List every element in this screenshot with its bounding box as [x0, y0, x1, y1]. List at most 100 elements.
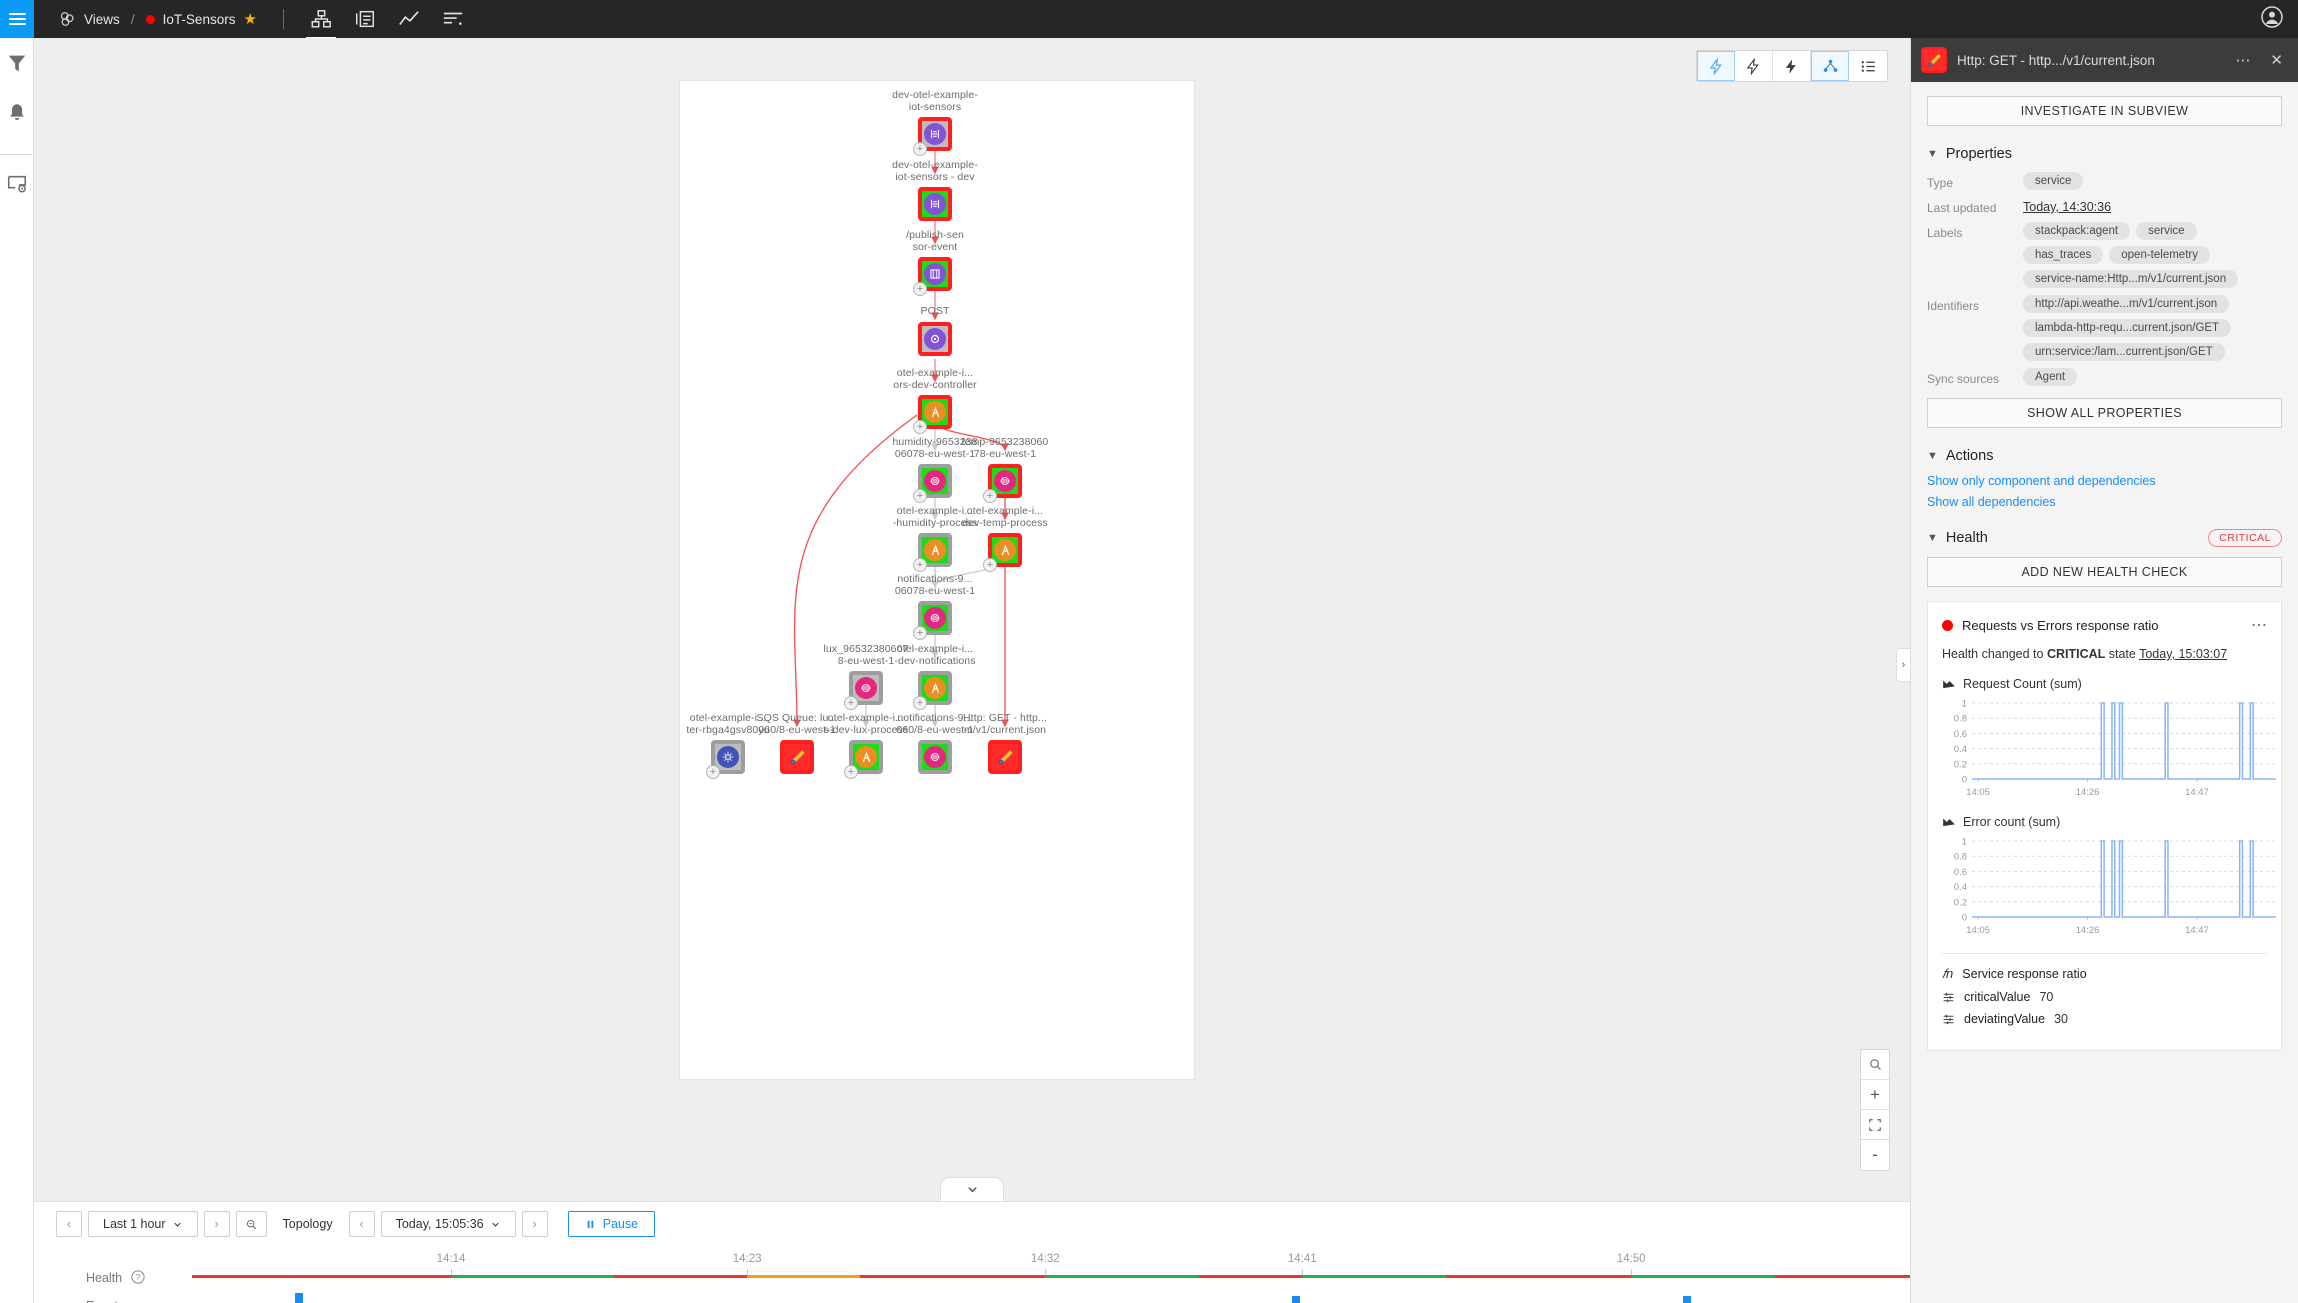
more-horizontal-icon[interactable]: ⋯ — [2230, 51, 2255, 69]
expand-node-badge[interactable]: + — [913, 696, 927, 710]
event-bar[interactable] — [294, 1293, 303, 1303]
event-bar[interactable] — [1291, 1296, 1300, 1303]
graph-node-box[interactable]: + — [913, 117, 952, 156]
graph-node[interactable]: POST — [875, 305, 995, 356]
health-changed-time[interactable]: Today, 15:03:07 — [2139, 647, 2227, 661]
flash-solid-icon[interactable] — [1773, 51, 1811, 81]
graph-node-box[interactable]: + — [913, 395, 952, 434]
expand-node-badge[interactable]: + — [983, 489, 997, 503]
expand-node-badge[interactable]: + — [706, 765, 720, 779]
chart-icon[interactable] — [398, 8, 420, 30]
graph-node[interactable]: otel-example-i... dev-temp-process + — [945, 505, 1065, 572]
expand-node-badge[interactable]: + — [913, 420, 927, 434]
breadcrumb-view-name[interactable]: IoT-Sensors — [163, 12, 236, 27]
node-glyph — [924, 263, 946, 285]
graph-node[interactable]: dev-otel-example- iot-sensors - dev — [875, 159, 995, 221]
expand-node-badge[interactable]: + — [844, 696, 858, 710]
filter-list-icon[interactable] — [442, 8, 464, 30]
graph-node-box[interactable]: + — [983, 533, 1022, 572]
graph-surface[interactable]: dev-otel-example- iot-sensors + dev-otel-e… — [679, 80, 1195, 1080]
graph-node[interactable]: notifications-9... 06078-eu-west-1 + — [875, 573, 995, 640]
health-section-header[interactable]: ▼ Health CRITICAL — [1927, 529, 2282, 547]
range-prev-button[interactable]: ‹ — [56, 1211, 82, 1237]
investigate-in-subview-button[interactable]: INVESTIGATE IN SUBVIEW — [1927, 96, 2282, 126]
graph-node-box[interactable]: + — [913, 671, 952, 710]
graph-node-box[interactable] — [918, 187, 952, 221]
health-segment — [860, 1275, 1046, 1278]
actions-section-header[interactable]: ▼ Actions — [1927, 448, 2282, 464]
expand-node-badge[interactable]: + — [913, 282, 927, 296]
monitor-settings-icon[interactable] — [6, 173, 28, 195]
event-bar[interactable] — [1682, 1296, 1691, 1303]
graph-node-box[interactable]: + — [913, 257, 952, 296]
timeline-tick-label: 14:23 — [732, 1253, 762, 1265]
graph-node[interactable]: /publish-sen sor-event + — [875, 229, 995, 296]
zoom-in-button[interactable]: + — [1861, 1080, 1889, 1110]
topology-icon[interactable] — [305, 8, 336, 39]
node-glyph — [924, 746, 946, 768]
time-prev-button[interactable]: ‹ — [348, 1211, 375, 1237]
identifier-chip: http://api.weathe...m/v1/current.json — [2023, 295, 2230, 313]
menu-toggle-button[interactable] — [0, 0, 34, 38]
pause-label: Pause — [602, 1217, 639, 1231]
flash-outline-icon[interactable] — [1697, 51, 1735, 81]
node-glyph — [924, 327, 946, 350]
graph-node[interactable]: Http: GET - http... m/v1/current.json — [945, 712, 1065, 786]
node-glyph — [924, 677, 946, 699]
expand-node-badge[interactable]: + — [844, 765, 858, 779]
graph-node[interactable]: dev-otel-example- iot-sensors + — [875, 89, 995, 156]
node-glyph — [924, 193, 946, 215]
graph-node[interactable]: otel-example-i... ors-dev-controller + — [875, 367, 995, 434]
range-select[interactable]: Last 1 hour — [88, 1211, 198, 1237]
range-next-button[interactable]: › — [203, 1211, 230, 1237]
graph-node-box[interactable]: + — [913, 601, 952, 640]
search-icon[interactable] — [1861, 1050, 1889, 1080]
fit-screen-icon[interactable] — [1861, 1110, 1889, 1140]
zoom-out-icon[interactable] — [235, 1211, 267, 1237]
pause-icon — [587, 1220, 593, 1228]
properties-section-header[interactable]: ▼ Properties — [1927, 146, 2282, 162]
filter-icon[interactable] — [6, 52, 28, 74]
expand-node-badge[interactable]: + — [913, 489, 927, 503]
graph-node-label: otel-example-i... ors-dev-controller — [893, 367, 977, 391]
list-view-icon[interactable] — [1849, 51, 1887, 81]
pause-button[interactable]: Pause — [567, 1211, 656, 1237]
graph-node-box[interactable] — [918, 321, 952, 356]
favorite-star-icon[interactable]: ★ — [243, 10, 256, 28]
expand-node-badge[interactable]: + — [913, 142, 927, 156]
flash-half-icon[interactable] — [1735, 51, 1773, 81]
breadcrumb-root[interactable]: Views — [84, 12, 120, 27]
last-updated-value[interactable]: Today, 14:30:36 — [2023, 197, 2111, 215]
actions-title: Actions — [1945, 448, 1994, 464]
graph-node[interactable]: temp-9653238060 78-eu-west-1 + — [945, 436, 1065, 503]
expand-node-badge[interactable]: + — [913, 626, 927, 640]
more-horizontal-icon[interactable]: ⋯ — [2251, 615, 2267, 635]
action-link-show-all-dependencies[interactable]: Show all dependencies — [1927, 495, 2282, 509]
expand-node-badge[interactable]: + — [983, 558, 997, 572]
time-next-button[interactable]: › — [521, 1211, 548, 1237]
timeline-tick-label: 14:50 — [1616, 1253, 1646, 1265]
timebar-mode-label: Topology — [282, 1217, 333, 1231]
avatar[interactable] — [2260, 5, 2284, 34]
detail-list-icon[interactable] — [354, 8, 376, 30]
time-select[interactable]: Today, 15:05:36 — [380, 1211, 516, 1237]
graph-node-box[interactable] — [988, 740, 1022, 774]
details-panel: Http: GET - http.../v1/current.json ⋯ ✕ … — [1910, 38, 2298, 1303]
show-all-properties-button[interactable]: SHOW ALL PROPERTIES — [1927, 398, 2282, 428]
expand-right-panel-button[interactable]: › — [1896, 648, 1910, 682]
help-icon[interactable]: ? — [130, 1269, 146, 1285]
action-link-show-only-component[interactable]: Show only component and dependencies — [1927, 474, 2282, 488]
health-segment — [1302, 1275, 1447, 1278]
close-icon[interactable]: ✕ — [2265, 51, 2288, 69]
add-new-health-check-button[interactable]: ADD NEW HEALTH CHECK — [1927, 557, 2282, 587]
expand-node-badge[interactable]: + — [913, 558, 927, 572]
graph-node-box[interactable]: + — [983, 464, 1022, 503]
topology-canvas[interactable]: dev-otel-example- iot-sensors + dev-otel-e… — [34, 38, 1910, 1201]
topology-layout-icon[interactable] — [1811, 51, 1849, 81]
graph-node[interactable]: otel-example-i... -dev-notifications + — [875, 643, 995, 710]
rail-divider — [0, 154, 33, 155]
collapse-panel-toggle[interactable] — [940, 1177, 1004, 1201]
bell-icon[interactable] — [6, 102, 28, 124]
zoom-out-button[interactable]: - — [1861, 1140, 1889, 1170]
svg-text:14:47: 14:47 — [2185, 925, 2209, 936]
